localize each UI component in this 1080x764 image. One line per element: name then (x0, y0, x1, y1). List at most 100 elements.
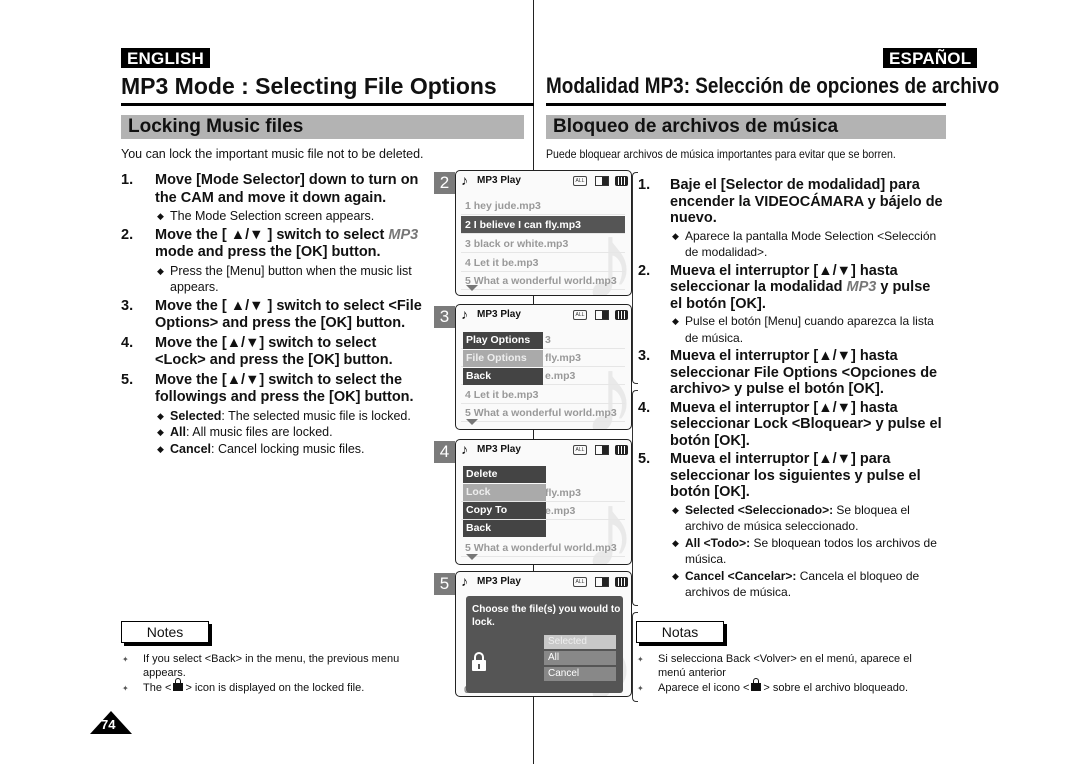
option-selected-note: Selected: The selected music file is loc… (155, 408, 431, 425)
option-selected-note: Selected <Seleccionado>: Se bloquea el a… (670, 502, 943, 535)
step-number: 4. (638, 399, 651, 416)
scroll-down-icon[interactable] (466, 554, 478, 560)
step-item: 2. Mueva el interruptor [▲/▼] hasta sele… (638, 263, 943, 347)
step-note: The Mode Selection screen appears. (155, 208, 431, 225)
step-text: Mueva el interruptor [▲/▼] hasta selecci… (670, 348, 938, 397)
memory-card-icon (595, 176, 609, 186)
menu-item-lock[interactable]: Lock (463, 484, 546, 501)
screen-step-number: 3 (434, 306, 455, 328)
song-row: 4 Let it be.mp3 (461, 386, 625, 404)
step-number: 3. (638, 348, 651, 364)
step-item: 1. Move [Mode Selector] down to turn on … (121, 172, 431, 225)
option-cancel[interactable]: Cancel (544, 667, 616, 681)
device-screen-song-list: ♪ ♪ MP3 Play ALL 1 hey jude.mp3 2 I beli… (455, 170, 632, 296)
song-row: 5 What a wonderful world.mp3 (461, 539, 625, 557)
step-item: 2. Move the [ ▲/▼ ] switch to select MP3… (121, 227, 431, 296)
scroll-down-icon[interactable] (466, 285, 478, 291)
step-text: Move [Mode Selector] down to turn on the… (155, 172, 419, 206)
step-item: 5. Move the [▲/▼] switch to select the f… (121, 372, 431, 458)
step-number: 5. (121, 371, 134, 388)
menu-item-copy-to[interactable]: Copy To (463, 502, 546, 519)
repeat-all-icon: ALL (573, 577, 587, 587)
step-note: Pulse el botón [Menu] cuando aparezca la… (670, 313, 943, 346)
steps-list-spanish: 1. Baje el [Selector de modalidad] para … (638, 177, 943, 603)
song-row[interactable]: 1 hey jude.mp3 (461, 197, 625, 215)
device-screen-lock-dialog: ♪ ♪ MP3 Play ALL 00:15 / 04:32 Choose th… (455, 571, 632, 697)
screen-title: MP3 Play (477, 175, 521, 186)
step-text: Move the [▲/▼] switch to select the foll… (155, 371, 414, 406)
device-screen-file-options: ♪ ♪ MP3 Play ALL fly.mp3 e.mp3 5 What a … (455, 439, 632, 565)
option-selected[interactable]: Selected (544, 635, 616, 649)
screen-header: ♪ MP3 Play ALL (456, 440, 631, 460)
music-note-icon: ♪ (461, 441, 468, 457)
step-text: Mueva el interruptor [▲/▼] hasta selecci… (670, 262, 931, 312)
lock-icon (751, 678, 762, 691)
song-row[interactable]: 3 black or white.mp3 (461, 235, 625, 253)
step-text: Move the [ ▲/▼ ] switch to select MP3 mo… (155, 226, 419, 261)
battery-icon (615, 310, 628, 320)
step-number: 2. (121, 226, 134, 243)
step-number: 1. (638, 177, 651, 193)
repeat-all-icon: ALL (573, 310, 587, 320)
screen-step-number: 2 (434, 172, 455, 194)
step-item: 3. Mueva el interruptor [▲/▼] hasta sele… (638, 348, 943, 398)
song-row: 5 What a wonderful world.mp3 (461, 404, 625, 422)
scroll-down-icon[interactable] (466, 419, 478, 425)
option-cancel-note: Cancel: Cancel locking music files. (155, 441, 431, 458)
song-row[interactable]: 5 What a wonderful world.mp3 (461, 272, 625, 290)
lock-icon (472, 652, 486, 671)
language-badge-english: ENGLISH (121, 48, 210, 68)
step-text: Baje el [Selector de modalidad] para enc… (670, 177, 943, 226)
section-heading-spanish: Bloqueo de archivos de música (546, 115, 946, 139)
step-item: 4. Mueva el interruptor [▲/▼] hasta sele… (638, 400, 943, 450)
battery-icon (615, 176, 628, 186)
music-note-icon: ♪ (461, 306, 468, 322)
intro-text-english: You can lock the important music file no… (121, 147, 424, 161)
memory-card-icon (595, 310, 609, 320)
step-item: 1. Baje el [Selector de modalidad] para … (638, 177, 943, 261)
step-number: 4. (121, 334, 134, 351)
screen-title: MP3 Play (477, 444, 521, 455)
screen-step-number: 5 (434, 573, 455, 595)
memory-card-icon (595, 577, 609, 587)
screen-header: ♪ MP3 Play ALL (456, 171, 631, 191)
note-item: Aparece el icono <> sobre el archivo blo… (636, 678, 936, 696)
step-text: Mueva el interruptor [▲/▼] hasta selecci… (670, 399, 942, 449)
menu-item-play-options[interactable]: Play Options (463, 332, 543, 349)
menu-item-delete[interactable]: Delete (463, 466, 546, 483)
screen-header: ♪ MP3 Play ALL (456, 305, 631, 325)
option-all-note: All: All music files are locked. (155, 424, 431, 441)
screen-title: MP3 Play (477, 309, 521, 320)
step-number: 2. (638, 262, 651, 279)
battery-icon (615, 577, 628, 587)
page-title-spanish: Modalidad MP3: Selección de opciones de … (546, 73, 1000, 98)
step-note: Press the [Menu] button when the music l… (155, 263, 431, 296)
notes-list-spanish: Si selecciona Back <Volver> en el menú, … (636, 653, 936, 698)
title-rule (121, 103, 534, 106)
menu-item-back[interactable]: Back (463, 368, 543, 385)
repeat-all-icon: ALL (573, 445, 587, 455)
note-item: If you select <Back> in the menu, the pr… (121, 653, 421, 680)
song-row-selected[interactable]: 2 I believe I can fly.mp3 (461, 216, 625, 234)
song-row[interactable]: 4 Let it be.mp3 (461, 254, 625, 272)
music-note-icon: ♪ (461, 172, 468, 188)
battery-icon (615, 445, 628, 455)
page-number: 74 (101, 717, 116, 732)
notes-label-spanish: Notas (636, 621, 724, 643)
menu-item-file-options[interactable]: File Options (463, 350, 543, 367)
intro-text-spanish: Puede bloquear archivos de música import… (546, 147, 896, 161)
dialog-message: Choose the file(s) you would to lock. (472, 604, 621, 628)
screen-header: ♪ MP3 Play ALL (456, 572, 631, 592)
lock-icon (173, 678, 184, 691)
step-item: 4. Move the [▲/▼] switch to select <Lock… (121, 335, 431, 370)
notes-list-english: If you select <Back> in the menu, the pr… (121, 653, 421, 698)
menu-item-back[interactable]: Back (463, 520, 546, 537)
option-all[interactable]: All (544, 651, 616, 665)
section-heading-english: Locking Music files (121, 115, 524, 139)
step-number: 3. (121, 297, 134, 314)
step-item: 5. Mueva el interruptor [▲/▼] para selec… (638, 451, 943, 601)
step-item: 3. Move the [ ▲/▼ ] switch to select <Fi… (121, 298, 431, 333)
notes-label-english: Notes (121, 621, 209, 643)
step-text: Mueva el interruptor [▲/▼] para seleccio… (670, 451, 921, 500)
screen-title: MP3 Play (477, 576, 521, 587)
